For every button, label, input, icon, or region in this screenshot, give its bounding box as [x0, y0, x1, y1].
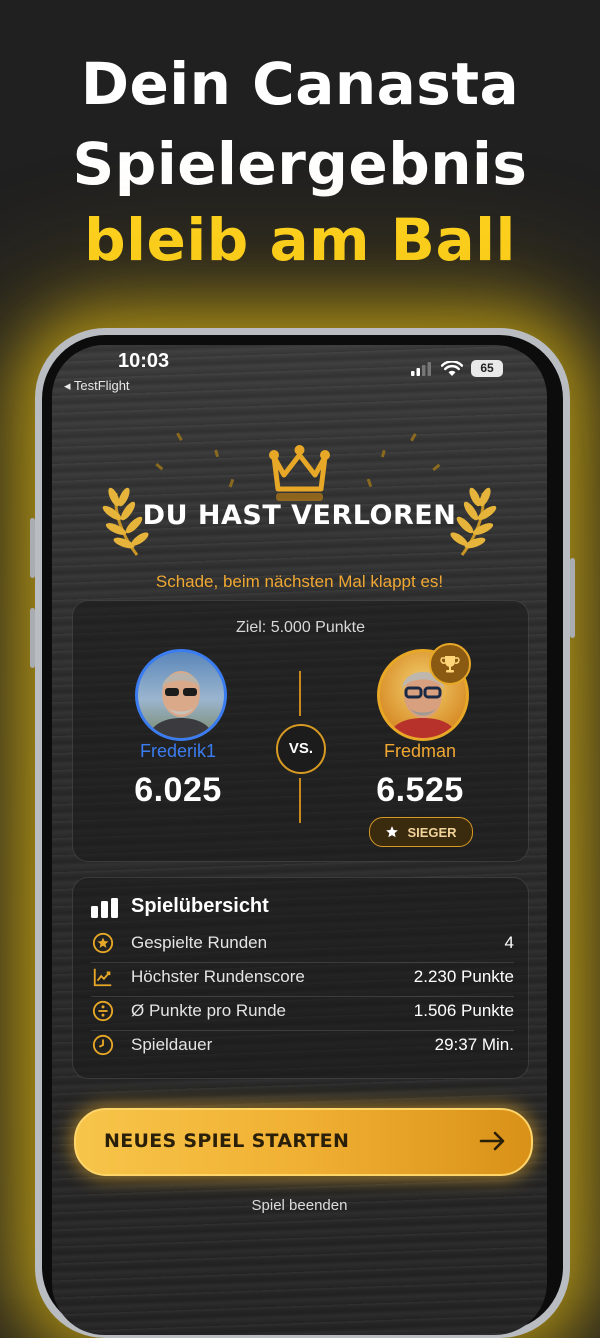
wifi-icon	[441, 360, 463, 376]
battery-indicator: 65	[471, 360, 503, 377]
overview-row-label: Gespielte Runden	[131, 933, 268, 952]
overview-row-average: Ø Punkte pro Runde 1.506 Punkte	[91, 994, 514, 1028]
result-decoration	[102, 432, 497, 556]
volume-down-button	[30, 608, 35, 668]
player1-avatar	[135, 649, 227, 741]
signal-icon	[411, 361, 431, 376]
new-game-button-label: NEUES SPIEL STARTEN	[104, 1130, 350, 1152]
overview-row-value: 2.230 Punkte	[413, 967, 514, 986]
result-subtitle: Schade, beim nächsten Mal klappt es!	[155, 572, 444, 591]
vs-badge: VS.	[276, 724, 326, 774]
goal-label: Ziel: 5.000 Punkte	[236, 619, 365, 636]
back-to-testflight-link[interactable]: ◂ TestFlight	[64, 378, 130, 394]
player2-score: 6.525	[376, 771, 464, 809]
new-game-button[interactable]: NEUES SPIEL STARTEN	[74, 1108, 533, 1176]
overview-row-value: 4	[504, 933, 514, 952]
player1-name: Frederik1	[139, 741, 217, 761]
trophy-badge	[429, 643, 471, 685]
player1-score: 6.025	[134, 771, 222, 809]
overview-card: Spielübersicht Gespielte Runden 4 Höchst…	[72, 877, 529, 1079]
app-screen: 10:03 ◂ TestFlight 65 DU HAST VERLOREN S…	[52, 345, 547, 1335]
bar-chart-icon	[91, 898, 118, 918]
overview-row-label: Ø Punkte pro Runde	[131, 1001, 286, 1020]
status-time: 10:03	[118, 350, 170, 372]
overview-row-value: 1.506 Punkte	[413, 1001, 514, 1020]
overview-row-rounds: Gespielte Runden 4	[91, 926, 514, 960]
overview-row-value: 29:37 Min.	[434, 1035, 514, 1054]
crown-icon	[269, 445, 330, 501]
clock-icon	[91, 1033, 115, 1057]
arrow-right-icon	[479, 1131, 505, 1151]
winner-badge: SIEGER	[369, 817, 473, 847]
match-card: Ziel: 5.000 Punkte Frederik1 6.025 VS. F…	[72, 600, 529, 862]
phone-frame: 10:03 ◂ TestFlight 65 DU HAST VERLOREN S…	[30, 328, 575, 1338]
vs-divider-bottom	[299, 778, 301, 823]
overview-row-label: Höchster Rundenscore	[131, 967, 305, 986]
star-circle-icon	[91, 931, 115, 955]
result-title: DU HAST VERLOREN	[142, 500, 457, 531]
overview-row-label: Spieldauer	[131, 1035, 213, 1054]
promo-headline-line3: bleib am Ball	[84, 206, 516, 274]
overview-row-highscore: Höchster Rundenscore 2.230 Punkte	[91, 960, 514, 994]
star-icon	[386, 826, 399, 838]
winner-badge-label: SIEGER	[407, 824, 457, 840]
power-button	[570, 558, 575, 638]
player1-portrait	[148, 671, 214, 738]
overview-title: Spielübersicht	[131, 895, 269, 917]
trend-chart-icon	[91, 965, 115, 989]
end-game-link[interactable]: Spiel beenden	[52, 1197, 547, 1214]
volume-up-button	[30, 518, 35, 578]
divide-circle-icon	[91, 999, 115, 1023]
player2-name: Fredman	[383, 741, 457, 761]
promo-headline-line1: Dein Canasta	[80, 50, 520, 118]
trophy-icon	[440, 656, 460, 673]
overview-row-duration: Spieldauer 29:37 Min.	[91, 1028, 514, 1062]
vs-divider-top	[299, 671, 301, 716]
promo-headline-line2: Spielergebnis	[72, 130, 528, 198]
status-icons: 65	[411, 360, 503, 377]
